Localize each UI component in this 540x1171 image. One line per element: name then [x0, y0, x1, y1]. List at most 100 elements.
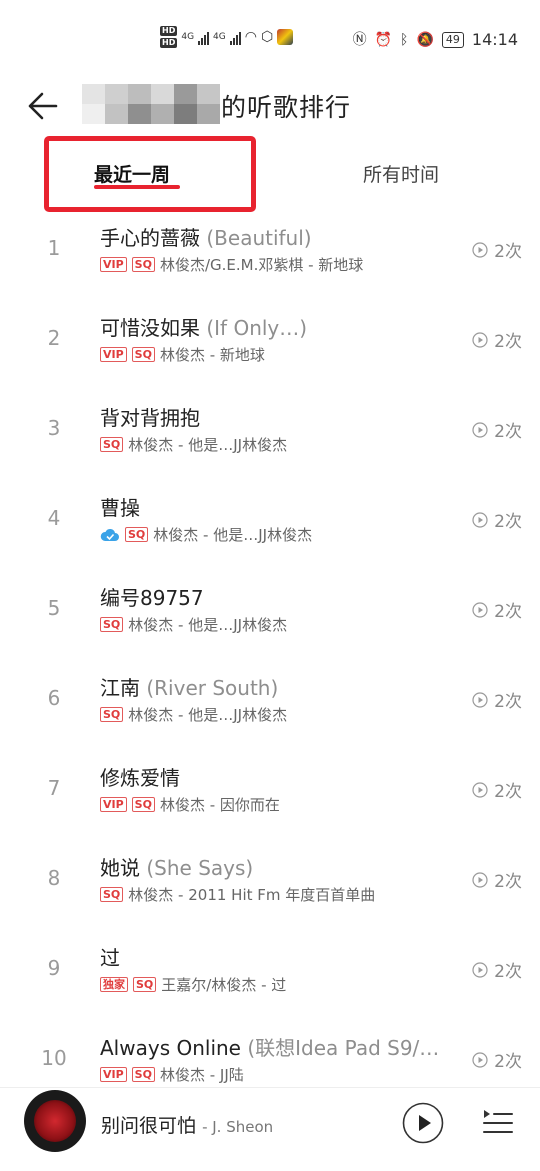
- now-playing-bar[interactable]: 别问很可怕 - J. Sheon: [0, 1087, 540, 1171]
- song-row[interactable]: 6 江南 (River South) SQ 林俊杰 - 他是…JJ林俊杰 2次: [0, 656, 540, 746]
- song-title: 江南: [100, 676, 140, 700]
- play-count-text: 2次: [494, 422, 522, 442]
- play-count: 2次: [472, 777, 522, 802]
- song-meta: 独家 SQ 王嘉尔/林俊杰 - 过: [100, 974, 286, 995]
- song-meta: SQ 林俊杰 - 他是…JJ林俊杰: [100, 434, 287, 455]
- song-row[interactable]: 7 修炼爱情 VIP SQ 林俊杰 - 因你而在 2次: [0, 746, 540, 836]
- tab-all-time[interactable]: 所有时间: [363, 160, 439, 187]
- play-count-icon: [472, 961, 488, 978]
- vip-badge: VIP: [100, 797, 127, 812]
- play-count-icon: [472, 331, 488, 348]
- clock: 14:14: [471, 30, 518, 49]
- app-notification-icon: [277, 29, 294, 45]
- song-row[interactable]: 1 手心的蔷薇 (Beautiful) VIP SQ 林俊杰/G.E.M.邓紫棋 - 新…: [0, 206, 540, 296]
- song-title-line: 背对背拥抱: [100, 402, 200, 431]
- rank-number: 4: [47, 506, 61, 530]
- play-count-text: 2次: [494, 962, 522, 982]
- play-count: 2次: [472, 327, 522, 352]
- back-arrow-icon[interactable]: [24, 86, 64, 126]
- song-subtitle: (If Only…): [206, 316, 308, 340]
- song-subtitle: (River South): [146, 676, 279, 700]
- status-bar: HD HD 4G 4G ◠ ⬡ Ⓝ ⏰ ᛒ 🔕 49 14:14: [0, 0, 540, 80]
- battery-icon: 49: [441, 31, 464, 48]
- song-row[interactable]: 5 编号89757 SQ 林俊杰 - 他是…JJ林俊杰 2次: [0, 566, 540, 656]
- play-count: 2次: [472, 507, 522, 532]
- now-playing-info[interactable]: 别问很可怕 - J. Sheon: [101, 1111, 273, 1138]
- song-title: 可惜没如果: [100, 316, 200, 340]
- song-subtitle: (She Says): [146, 856, 254, 880]
- sq-badge: SQ: [131, 797, 155, 812]
- exclusive-badge: 独家: [100, 977, 128, 992]
- sq-badge: SQ: [100, 707, 124, 722]
- status-left-indicators: HD HD 4G 4G ◠ ⬡: [160, 26, 294, 48]
- song-title-line: 编号89757: [100, 582, 204, 611]
- status-right-indicators: Ⓝ ⏰ ᛒ 🔕 49 14:14: [353, 30, 518, 49]
- artist-album: 林俊杰 - 他是…JJ林俊杰: [128, 436, 288, 454]
- hd-icon-1: HD: [160, 26, 178, 36]
- sq-badge: SQ: [125, 527, 149, 542]
- play-count-icon: [472, 241, 488, 258]
- artist-album: 林俊杰 - 他是…JJ林俊杰: [128, 706, 288, 724]
- play-count-icon: [472, 601, 488, 618]
- network-label-2: 4G: [213, 32, 226, 42]
- song-row[interactable]: 2 可惜没如果 (If Only…) VIP SQ 林俊杰 - 新地球 2次: [0, 296, 540, 386]
- song-title-line: Always Online (联想Idea Pad S9/…: [100, 1032, 439, 1061]
- sq-badge: SQ: [100, 887, 124, 902]
- song-meta: SQ 林俊杰 - 他是…JJ林俊杰: [100, 704, 287, 725]
- wifi-icon: ◠: [244, 29, 257, 45]
- play-count: 2次: [472, 687, 522, 712]
- artist-album: 林俊杰 - 因你而在: [159, 796, 280, 814]
- period-tabs: 最近一周 所有时间: [0, 136, 540, 216]
- hd-icon-2: HD: [160, 38, 178, 48]
- signal-icon: [198, 29, 210, 45]
- artist-album: 林俊杰 - 2011 Hit Fm 年度百首单曲: [128, 886, 376, 904]
- song-title-line: 江南 (River South): [100, 672, 278, 701]
- play-count: 2次: [472, 597, 522, 622]
- now-playing-artist: - J. Sheon: [202, 1118, 274, 1136]
- song-subtitle: (联想Idea Pad S9/…: [247, 1036, 440, 1060]
- song-title: 编号89757: [100, 586, 204, 610]
- vip-badge: VIP: [100, 1067, 127, 1082]
- song-meta: SQ 林俊杰 - 他是…JJ林俊杰: [100, 524, 312, 545]
- hotspot-icon: ⬡: [260, 29, 274, 45]
- play-count-text: 2次: [494, 692, 522, 712]
- play-count: 2次: [472, 1047, 522, 1072]
- song-title: 修炼爱情: [100, 766, 180, 790]
- album-art-disc[interactable]: [24, 1090, 86, 1152]
- song-title-line: 过: [100, 942, 120, 971]
- play-count-text: 2次: [494, 242, 522, 262]
- page-title: 的听歌排行: [221, 93, 352, 122]
- song-title: 曹操: [100, 496, 140, 520]
- artist-album: 林俊杰/G.E.M.邓紫棋 - 新地球: [159, 256, 364, 274]
- song-meta: VIP SQ 林俊杰/G.E.M.邓紫棋 - 新地球: [100, 254, 363, 275]
- play-button-icon[interactable]: [402, 1102, 444, 1144]
- artist-album: 王嘉尔/林俊杰 - 过: [161, 976, 287, 994]
- rank-number: 9: [47, 956, 61, 980]
- song-title-line: 修炼爱情: [100, 762, 180, 791]
- sq-badge: SQ: [131, 1067, 155, 1082]
- artist-album: 林俊杰 - 新地球: [159, 346, 265, 364]
- song-row[interactable]: 9 过独家 SQ 王嘉尔/林俊杰 - 过 2次: [0, 926, 540, 1016]
- redacted-username: [82, 84, 220, 124]
- sq-badge: SQ: [100, 617, 124, 632]
- play-count-text: 2次: [494, 512, 522, 532]
- vip-badge: VIP: [100, 347, 127, 362]
- tab-recent-week[interactable]: 最近一周: [94, 160, 170, 187]
- song-row[interactable]: 4 曹操 SQ 林俊杰 - 他是…JJ林俊杰 2次: [0, 476, 540, 566]
- play-count-text: 2次: [494, 782, 522, 802]
- play-count-text: 2次: [494, 1052, 522, 1072]
- playlist-icon[interactable]: [482, 1106, 514, 1138]
- song-row[interactable]: 3 背对背拥抱 SQ 林俊杰 - 他是…JJ林俊杰 2次: [0, 386, 540, 476]
- sq-badge: SQ: [133, 977, 157, 992]
- song-meta: VIP SQ 林俊杰 - 因你而在: [100, 794, 280, 815]
- song-row[interactable]: 8 她说 (She Says) SQ 林俊杰 - 2011 Hit Fm 年度百首单曲…: [0, 836, 540, 926]
- play-count-text: 2次: [494, 872, 522, 892]
- page-header: 的听歌排行: [0, 80, 540, 136]
- artist-album: 林俊杰 - 他是…JJ林俊杰: [128, 616, 288, 634]
- network-label-1: 4G: [181, 32, 195, 42]
- rank-number: 10: [41, 1046, 67, 1070]
- play-count-text: 2次: [494, 602, 522, 622]
- vip-badge: VIP: [100, 257, 127, 272]
- play-count-text: 2次: [494, 332, 522, 352]
- song-meta: VIP SQ 林俊杰 - JJ陆: [100, 1064, 244, 1085]
